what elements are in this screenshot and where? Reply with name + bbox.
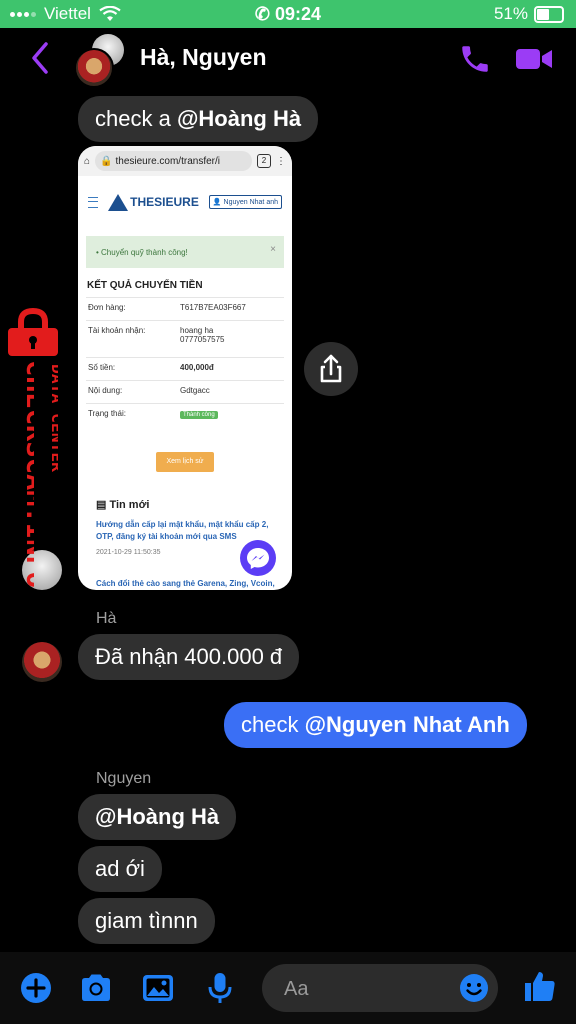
video-call-icon[interactable] xyxy=(514,44,554,74)
user-name: Nguyen Nhat anh xyxy=(223,199,278,206)
camera-icon[interactable] xyxy=(78,970,114,1006)
table-row: Số tiền: 400,000đ xyxy=(86,357,284,380)
news-heading: ▤ Tin mới xyxy=(96,499,150,511)
mention-link[interactable]: @Hoàng Hà xyxy=(177,106,301,131)
status-bar: Viettel ✆ 09:24 51% xyxy=(0,0,576,28)
microphone-icon[interactable] xyxy=(202,970,238,1006)
success-alert: • Chuyển quỹ thành công! × xyxy=(86,236,284,268)
site-logo: THESIEURE xyxy=(108,193,199,211)
home-icon: ⌂ xyxy=(84,155,91,167)
message-bubble-sent[interactable]: check @Nguyen Nhat Anh xyxy=(224,702,527,748)
chat-title[interactable]: Hà, Nguyen xyxy=(140,44,267,71)
alert-close-icon: × xyxy=(270,244,276,255)
share-button[interactable] xyxy=(304,342,358,396)
status-time-group: ✆ 09:24 xyxy=(0,4,576,25)
mention-link[interactable]: @Hoàng Hà xyxy=(95,804,219,829)
group-avatar[interactable] xyxy=(74,34,130,88)
message-text: check xyxy=(241,712,305,737)
message-text: ad ới xyxy=(95,856,145,881)
lock-icon: 🔒 xyxy=(100,155,113,167)
sender-name: Hà xyxy=(96,610,117,627)
result-title: KẾT QUẢ CHUYỂN TIỀN xyxy=(87,280,203,291)
watermark-sub-label: DATA CENTER xyxy=(48,364,58,473)
table-row: Đơn hàng: T617B7EA03F667 xyxy=(86,297,284,320)
watermark: CHECKSCAM.INFO DATA CENTER xyxy=(2,308,58,588)
watermark-sub-text: DATA CENTER xyxy=(48,364,58,473)
share-icon xyxy=(320,354,342,383)
result-table: Đơn hàng: T617B7EA03F667 Tài khoản nhận: h… xyxy=(86,297,284,426)
sender-name: Nguyen xyxy=(96,770,152,787)
menu-icon xyxy=(88,196,99,208)
plus-circle-icon[interactable] xyxy=(18,970,54,1006)
news-link-2: Cách đổi thẻ cào sang thẻ Garena, Zing, … xyxy=(96,579,275,588)
message-text: check a xyxy=(95,106,177,131)
message-input[interactable] xyxy=(282,964,456,1014)
chat-header: Hà, Nguyen xyxy=(0,28,576,88)
message-bubble-giam[interactable]: giam tìnnn xyxy=(78,898,215,944)
table-row: Tài khoản nhận: hoang ha 0777057575 xyxy=(86,320,284,357)
url-box: 🔒 thesieure.com/transfer/i xyxy=(95,151,252,171)
status-time: 09:24 xyxy=(275,4,322,24)
phone-icon[interactable] xyxy=(458,42,492,76)
image-attachment[interactable]: ⌂ 🔒 thesieure.com/transfer/i 2 ⋮ THESIEU… xyxy=(78,146,292,590)
battery-percent: 51% xyxy=(493,4,528,23)
padlock-icon xyxy=(8,308,58,356)
message-text: giam tìnnn xyxy=(95,908,198,933)
more-vert-icon: ⋮ xyxy=(276,155,286,167)
thumbs-up-icon[interactable] xyxy=(522,968,558,1004)
status-badge: Thành công xyxy=(180,411,218,419)
mention-link[interactable]: @Nguyen Nhat Anh xyxy=(305,712,510,737)
gallery-icon[interactable] xyxy=(140,970,176,1006)
logo-mark xyxy=(108,193,129,211)
watermark-main-text: CHECKSCAM.INFO xyxy=(21,360,34,588)
message-text: Đã nhận 400.000 đ xyxy=(95,644,283,669)
messenger-icon xyxy=(240,540,276,576)
call-active-icon: ✆ xyxy=(254,4,271,24)
newspaper-icon: ▤ xyxy=(96,499,110,511)
message-bubble-check-ha[interactable]: check a @Hoàng Hà xyxy=(78,96,319,142)
alert-text: Chuyển quỹ thành công! xyxy=(101,247,188,257)
back-chevron-icon[interactable] xyxy=(26,40,56,76)
avatar-ha[interactable] xyxy=(22,642,62,682)
composer-bar xyxy=(0,952,576,1024)
message-input-container[interactable] xyxy=(262,964,498,1014)
table-row: Trạng thái: Thành công xyxy=(86,403,284,426)
browser-url-bar: ⌂ 🔒 thesieure.com/transfer/i 2 ⋮ xyxy=(78,146,292,176)
site-header: THESIEURE 👤 Nguyen Nhat anh xyxy=(78,176,292,228)
message-bubble-mention[interactable]: @Hoàng Hà xyxy=(78,794,237,840)
url-text: thesieure.com/transfer/i xyxy=(115,155,221,167)
tab-count: 2 xyxy=(257,154,271,168)
user-chip: 👤 Nguyen Nhat anh xyxy=(208,195,282,209)
message-bubble-ad[interactable]: ad ới xyxy=(78,846,162,892)
avatar-ha xyxy=(74,48,114,88)
emoji-icon[interactable] xyxy=(458,972,490,1004)
battery-group: 51% xyxy=(494,4,564,24)
battery-icon xyxy=(534,5,564,23)
table-row: Nội dung: Gdtgacc xyxy=(86,380,284,403)
site-brand: THESIEURE xyxy=(130,195,199,209)
message-bubble-received[interactable]: Đã nhận 400.000 đ xyxy=(78,634,300,680)
watermark-main-label: CHECKSCAM.INFO xyxy=(21,360,34,588)
history-button: Xem lịch sử xyxy=(156,452,214,472)
